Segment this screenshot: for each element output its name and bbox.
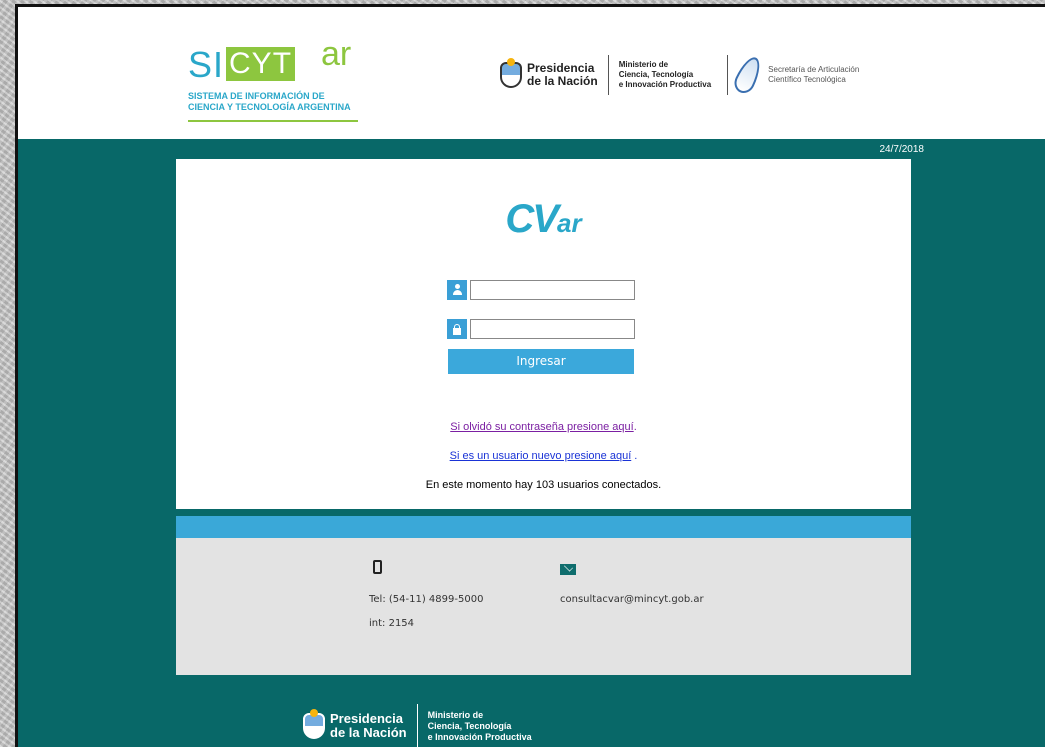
blue-band [176, 516, 911, 538]
forgot-password-link[interactable]: Si olvidó su contraseña presione aquí [450, 421, 633, 433]
footer-logo-divider [416, 704, 418, 747]
secretaria-text: Secretaría de Articulación Científico Te… [768, 65, 860, 84]
password-input[interactable] [470, 319, 635, 339]
sicyt-underline [188, 120, 358, 122]
new-user-suffix: . [631, 450, 638, 462]
phone-icon [373, 560, 382, 574]
footer-logo: Presidencia de la Nación Ministerio de C… [303, 704, 532, 747]
sicyt-subtitle: SISTEMA DE INFORMACIÓN DE CIENCIA Y TECN… [188, 91, 351, 112]
new-user-row: Si es un usuario nuevo presione aquí . [176, 450, 911, 462]
mail-icon [560, 564, 576, 575]
sicyt-wordmark: SI CYT [188, 47, 296, 83]
logo-divider [607, 55, 609, 95]
contact-email[interactable]: consultacvar@mincyt.gob.ar [560, 594, 704, 605]
user-icon [447, 280, 467, 300]
sicyt-logo[interactable]: SI CYT ar SISTEMA DE INFORMACIÓN DE CIENC… [188, 37, 358, 129]
new-user-link[interactable]: Si es un usuario nuevo presione aquí [450, 450, 632, 462]
current-date: 24/7/2018 [879, 144, 925, 155]
cvar-logo: CVar [505, 197, 582, 241]
phone-extension: int: 2154 [369, 618, 415, 629]
online-users-text: En este momento hay 103 usuarios conecta… [425, 479, 662, 491]
forgot-password-suffix: . [633, 421, 637, 433]
phone-number: Tel: (54-11) 4899-5000 [369, 594, 484, 605]
password-row [447, 319, 635, 339]
footer-ministerio-text: Ministerio de Ciencia, Tecnología e Inno… [427, 709, 532, 742]
feather-icon [731, 53, 766, 97]
presidencia-text: Presidencia de la Nación [527, 61, 598, 88]
sicyt-ar: ar [321, 35, 352, 73]
contact-section: Tel: (54-11) 4899-5000 int: 2154 consult… [176, 538, 911, 675]
presidencia-logo: Presidencia de la Nación Ministerio de C… [500, 53, 859, 97]
username-input[interactable] [470, 280, 635, 300]
lock-icon [447, 319, 467, 339]
argentina-shield-icon [303, 709, 325, 739]
browser-viewport: SI CYT ar SISTEMA DE INFORMACIÓN DE CIENC… [15, 4, 1045, 747]
logo-divider [727, 55, 729, 95]
argentina-shield-icon [500, 58, 522, 88]
page-header: SI CYT ar SISTEMA DE INFORMACIÓN DE CIENC… [18, 7, 1045, 139]
username-row [447, 280, 635, 300]
sicyt-box: CYT [226, 47, 296, 81]
login-card: CVar Ingresar Si olvidó su contraseña pr… [176, 159, 911, 509]
forgot-password-row: Si olvidó su contraseña presione aquí. [176, 421, 911, 433]
footer-presidencia-text: Presidencia de la Nación [330, 711, 407, 740]
login-button[interactable]: Ingresar [448, 349, 634, 374]
ministerio-text: Ministerio de Ciencia, Tecnología e Inno… [618, 60, 712, 89]
